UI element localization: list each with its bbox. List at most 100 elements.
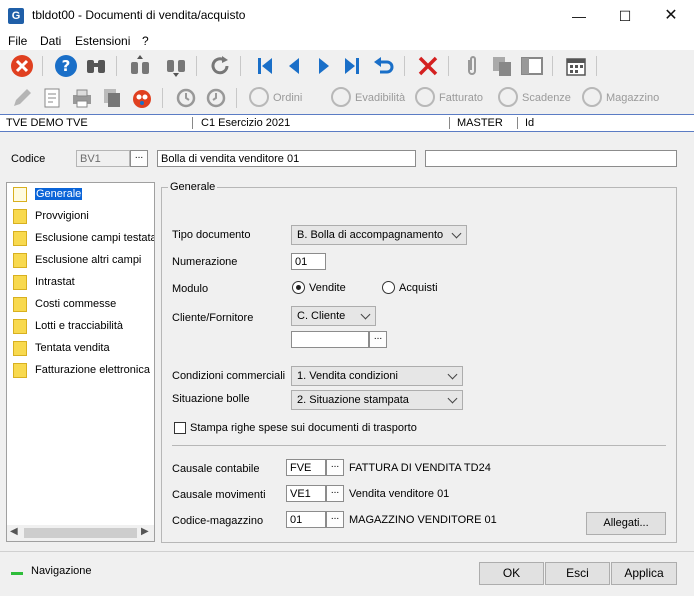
- acquisti-radio[interactable]: [382, 281, 395, 294]
- menu-estensioni[interactable]: Estensioni: [75, 34, 130, 48]
- tree-horizontal-scrollbar[interactable]: ◀ ▶: [7, 525, 154, 541]
- esci-button[interactable]: Esci: [545, 562, 610, 585]
- fatturato-button[interactable]: Fatturato: [439, 92, 483, 104]
- scroll-thumb[interactable]: [24, 528, 137, 538]
- stampa-righe-checkbox[interactable]: [174, 422, 186, 434]
- applica-button[interactable]: Applica: [611, 562, 677, 585]
- codice-label: Codice: [11, 153, 46, 165]
- navigation-label: Navigazione: [31, 565, 92, 577]
- codice-magazzino-lookup-button[interactable]: ...: [326, 511, 344, 528]
- context-strip: TVE DEMO TVE C1 Esercizio 2021 MASTER Id: [0, 114, 694, 132]
- causale-contabile-desc: FATTURA DI VENDITA TD24: [349, 462, 491, 474]
- codice-field[interactable]: BV1: [76, 150, 130, 167]
- codice-extra-field[interactable]: [425, 150, 677, 167]
- tipo-documento-select[interactable]: B. Bolla di accompagnamento: [291, 225, 467, 245]
- strip-separator: [192, 117, 193, 129]
- acquisti-label: Acquisti: [399, 282, 438, 294]
- allegati-button[interactable]: Allegati...: [586, 512, 666, 535]
- close-button[interactable]: ✕: [648, 0, 694, 32]
- codice-magazzino-field[interactable]: 01: [286, 511, 326, 528]
- toolbar-separator: [162, 88, 163, 108]
- chevron-down-icon: [447, 369, 458, 380]
- scroll-right-icon[interactable]: ▶: [141, 526, 149, 537]
- undo-icon[interactable]: [372, 54, 396, 78]
- strip-separator: [449, 117, 450, 129]
- evadibilita-button[interactable]: Evadibilità: [355, 92, 405, 104]
- cliente-code-field[interactable]: [291, 331, 369, 348]
- menu-help[interactable]: ?: [142, 34, 149, 48]
- app-icon: G: [8, 8, 24, 24]
- codice-lookup-button[interactable]: ...: [130, 150, 148, 167]
- esercizio-label: C1 Esercizio 2021: [201, 117, 291, 129]
- minimize-button[interactable]: —: [556, 0, 602, 32]
- scadenze-button[interactable]: Scadenze: [522, 92, 571, 104]
- fatturato-icon: [415, 87, 435, 107]
- numerazione-field[interactable]: 01: [291, 253, 326, 270]
- cliente-fornitore-select[interactable]: C. Cliente: [291, 306, 376, 326]
- binoculars-next-icon[interactable]: [164, 54, 188, 78]
- menu-dati[interactable]: Dati: [40, 34, 61, 48]
- causale-contabile-field[interactable]: FVE: [286, 459, 326, 476]
- magazzino-icon: [582, 87, 602, 107]
- vendite-label: Vendite: [309, 282, 346, 294]
- causale-contabile-lookup-button[interactable]: ...: [326, 459, 344, 476]
- page-icon: [13, 187, 27, 202]
- tree-item-label: Intrastat: [35, 276, 75, 288]
- condizioni-commerciali-select[interactable]: 1. Vendita condizioni: [291, 366, 463, 386]
- folder-icon: [13, 209, 27, 224]
- first-record-icon[interactable]: [253, 54, 277, 78]
- next-record-icon[interactable]: [312, 54, 336, 78]
- tree-item-label: Provvigioni: [35, 210, 89, 222]
- tree-item-label: Tentata vendita: [35, 342, 110, 354]
- help-icon[interactable]: ?: [54, 54, 78, 78]
- menu-file[interactable]: File: [8, 34, 27, 48]
- cancel-icon[interactable]: [10, 54, 34, 78]
- title-bar: G tbldot00 - Documenti di vendita/acquis…: [0, 0, 694, 32]
- scroll-left-icon[interactable]: ◀: [10, 526, 18, 537]
- mascot-icon[interactable]: [130, 86, 154, 110]
- situazione-bolle-value: 2. Situazione stampata: [297, 394, 409, 406]
- condizioni-commerciali-value: 1. Vendita condizioni: [297, 370, 398, 382]
- copy-icon[interactable]: [490, 54, 514, 78]
- secondary-toolbar: Ordini Evadibilità Fatturato Scadenze Ma…: [0, 82, 694, 114]
- calendar-icon[interactable]: [564, 54, 588, 78]
- ok-button[interactable]: OK: [479, 562, 544, 585]
- causale-movimenti-field[interactable]: VE1: [286, 485, 326, 502]
- toolbar-separator: [196, 56, 197, 76]
- edit-icon[interactable]: [10, 86, 34, 110]
- maximize-button[interactable]: ☐: [602, 0, 648, 32]
- tree-item-label: Lotti e tracciabilità: [35, 320, 124, 332]
- divider: [172, 445, 666, 446]
- toolbar-separator: [596, 56, 597, 76]
- situazione-bolle-select[interactable]: 2. Situazione stampata: [291, 390, 463, 410]
- toolbar-separator: [240, 56, 241, 76]
- previous-record-icon[interactable]: [282, 54, 306, 78]
- stack-icon[interactable]: [100, 86, 124, 110]
- ordini-button[interactable]: Ordini: [273, 92, 302, 104]
- attachment-icon[interactable]: [460, 54, 484, 78]
- last-record-icon[interactable]: [340, 54, 364, 78]
- causale-movimenti-lookup-button[interactable]: ...: [326, 485, 344, 502]
- codice-magazzino-desc: MAGAZZINO VENDITORE 01: [349, 514, 497, 526]
- delete-icon[interactable]: [416, 54, 440, 78]
- print-icon[interactable]: [70, 86, 94, 110]
- navigation-status-icon: [11, 572, 23, 575]
- refresh-icon[interactable]: [208, 54, 232, 78]
- tipo-documento-label: Tipo documento: [172, 229, 251, 241]
- magazzino-button[interactable]: Magazzino: [606, 92, 659, 104]
- vendite-radio[interactable]: [292, 281, 305, 294]
- binoculars-prev-icon[interactable]: [128, 54, 152, 78]
- codice-description-field[interactable]: Bolla di vendita venditore 01: [157, 150, 416, 167]
- svg-text:?: ?: [62, 57, 71, 75]
- history-alt-icon[interactable]: [204, 86, 228, 110]
- document-icon[interactable]: [40, 86, 64, 110]
- cliente-lookup-button[interactable]: ...: [369, 331, 387, 348]
- condizioni-commerciali-label: Condizioni commerciali: [172, 370, 286, 382]
- binoculars-icon[interactable]: [84, 54, 108, 78]
- window-icon[interactable]: [520, 54, 544, 78]
- tipo-documento-value: B. Bolla di accompagnamento: [297, 229, 444, 241]
- cliente-fornitore-value: C. Cliente: [297, 310, 346, 322]
- evadibilita-icon: [331, 87, 351, 107]
- history-icon[interactable]: [174, 86, 198, 110]
- toolbar-separator: [448, 56, 449, 76]
